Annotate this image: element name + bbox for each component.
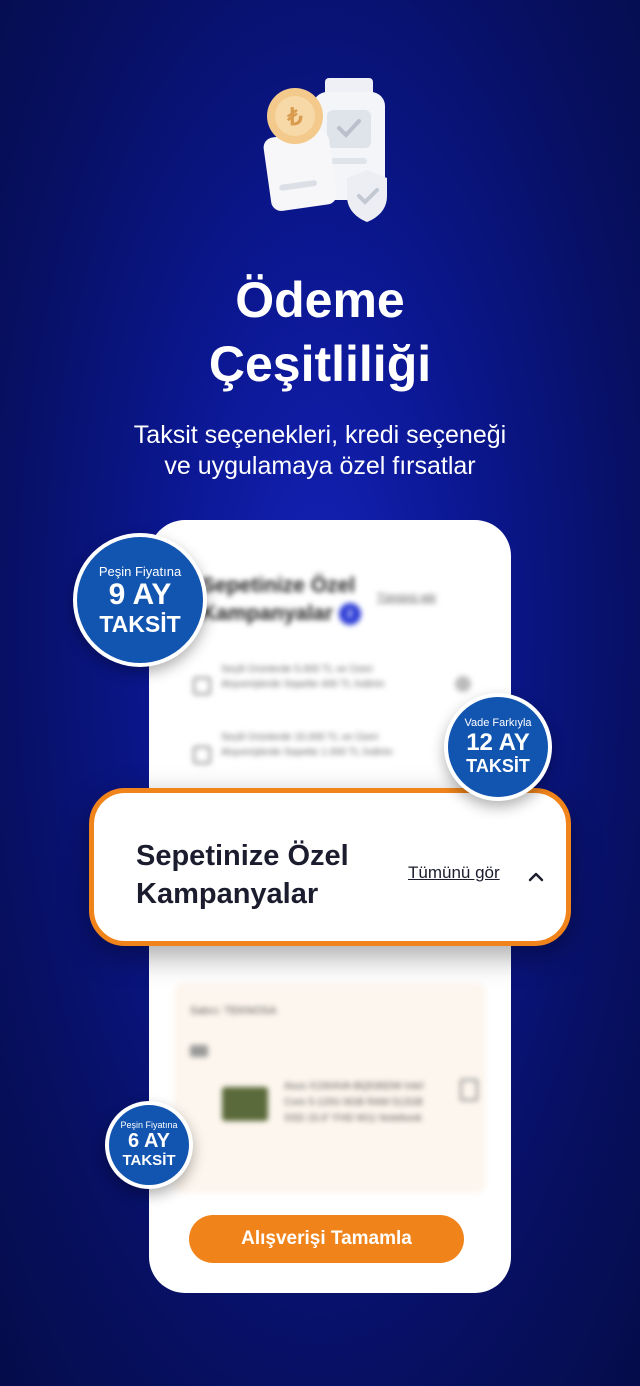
blurred-seller: Satıcı: TEKNOSA: [190, 1005, 277, 1017]
chevron-up-icon[interactable]: [526, 867, 546, 887]
blurred-product-card: Satıcı: TEKNOSA Asus X1504VA-BQ536DW Int…: [174, 983, 486, 1193]
blurred-checkbox: [193, 746, 211, 764]
blurred-product-name: Asus X1504VA-BQ536DW Intel Core 5-120U 8…: [284, 1081, 424, 1124]
blurred-offer-1: Seçili Ürünlerde 5.000 TL ve Üzeri Alışv…: [221, 664, 385, 690]
badge-label: TAKSİT: [99, 610, 181, 637]
svg-text:₺: ₺: [286, 104, 303, 131]
campaign-title-line2: Kampanyalar: [136, 878, 319, 910]
badge-caption: Peşin Fiyatına: [98, 563, 182, 579]
page-title-line2: Çeşitliliği: [208, 336, 432, 392]
badge-months: 6 AY: [128, 1130, 170, 1152]
blurred-title-line2: Kampanyalar: [201, 602, 333, 625]
blurred-truck-icon: [190, 1045, 208, 1057]
badge-label: TAKSİT: [466, 756, 530, 776]
badge-caption: Vade Farkıyla: [464, 717, 532, 729]
page-subtitle: Taksit seçenekleri, kredi seçeneği ve uy…: [0, 420, 640, 482]
blurred-campaign-title: Sepetinize Özel Kampanyalar 2: [201, 572, 361, 628]
installment-badge-6: Peşin Fiyatına 6 AY TAKSİT: [105, 1101, 193, 1189]
page-title-line1: Ödeme: [235, 272, 405, 328]
blurred-info-icon: [455, 676, 471, 692]
installment-badge-9: Peşin Fiyatına 9 AY TAKSİT: [73, 533, 207, 667]
badge-caption: Peşin Fiyatına: [120, 1120, 178, 1130]
blurred-product-image: [222, 1087, 268, 1121]
blurred-offer-2: Seçili Ürünlerde 15.000 TL ve Üzeri Alış…: [221, 732, 393, 758]
see-all-link[interactable]: Tümünü gör: [408, 863, 500, 883]
campaign-highlight-card: Sepetinize Özel Kampanyalar Tümünü gör: [89, 788, 571, 946]
badge-months: 9 AY: [108, 577, 172, 611]
payment-illustration-icon: ₺: [263, 78, 387, 222]
campaign-title: Sepetinize Özel Kampanyalar: [136, 837, 349, 913]
badge-months: 12 AY: [466, 729, 530, 756]
blurred-title-line1: Sepetinize Özel: [201, 574, 356, 597]
complete-purchase-button[interactable]: Alışverişi Tamamla: [189, 1215, 464, 1263]
installment-badge-12: Vade Farkıyla 12 AY TAKSİT: [444, 693, 552, 801]
blurred-trash-icon: [460, 1079, 478, 1101]
blurred-see-all-link: Tümünü gör: [377, 592, 437, 604]
badge-label: TAKSİT: [122, 1152, 176, 1169]
blurred-checkbox: [193, 677, 211, 695]
subtitle-line2: ve uygulamaya özel fırsatlar: [164, 452, 476, 480]
page-title: Ödeme Çeşitliliği: [0, 268, 640, 396]
blurred-count-badge: 2: [338, 603, 361, 626]
campaign-title-line1: Sepetinize Özel: [136, 840, 349, 872]
subtitle-line1: Taksit seçenekleri, kredi seçeneği: [133, 421, 507, 449]
